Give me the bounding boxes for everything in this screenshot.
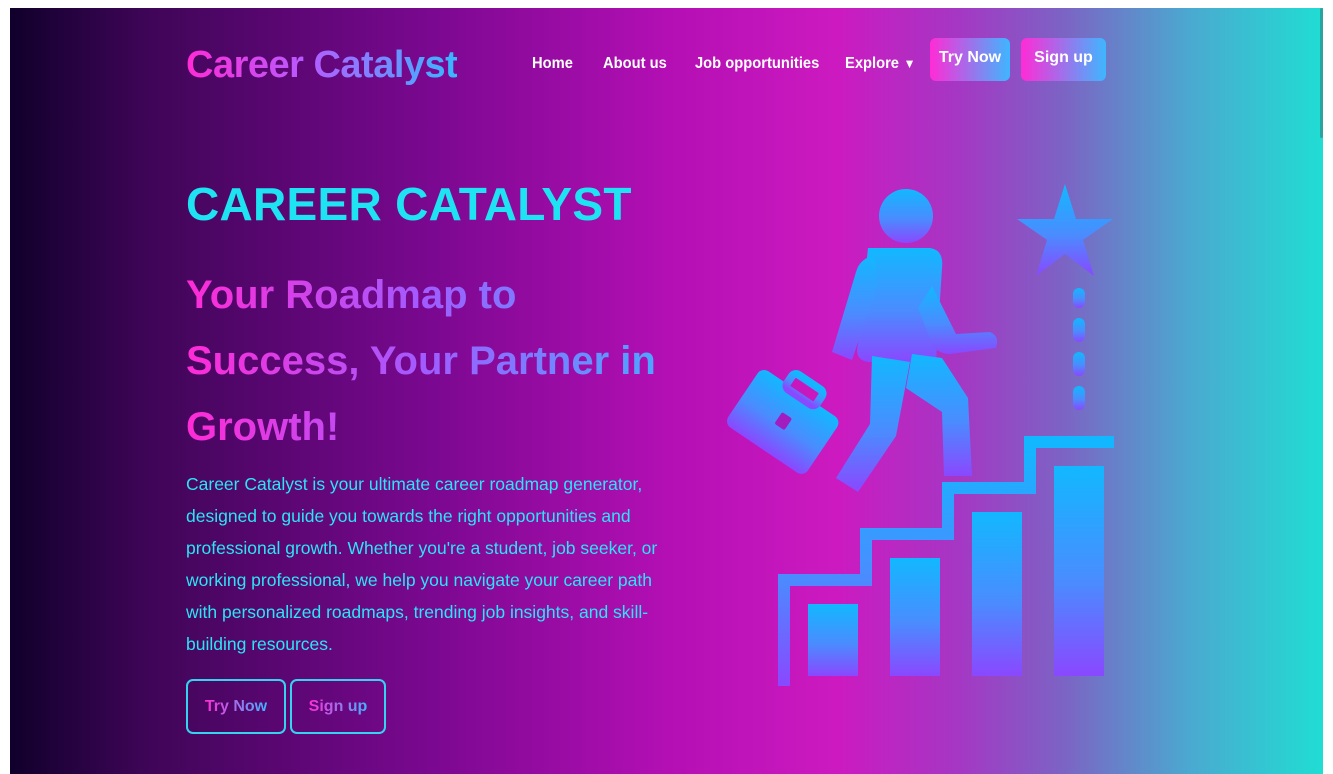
nav-item-jobs[interactable]: Job opportunities <box>695 52 830 76</box>
hero-try-now-label: Try Now <box>204 697 268 715</box>
career-growth-icon <box>727 184 1114 686</box>
hero-subtitle: Your Roadmap to Success, Your Partner in… <box>186 262 666 460</box>
nav-item-home[interactable]: Home <box>532 52 576 76</box>
caret-down-icon: ▼ <box>903 56 916 71</box>
nav-item-explore-dropdown[interactable]: Explore ▼ <box>845 52 922 76</box>
explore-label: Explore <box>845 55 899 72</box>
nav-link-explore[interactable]: Explore ▼ <box>845 52 915 76</box>
hero-sign-up-button[interactable]: Sign up <box>290 679 386 734</box>
hero-try-now-button[interactable]: Try Now <box>186 679 286 734</box>
landing-page: Career Catalyst Home About us Job opport… <box>10 8 1323 774</box>
nav-link-jobs[interactable]: Job opportunities <box>695 52 819 76</box>
nav-link-about[interactable]: About us <box>603 52 667 76</box>
nav-link-home[interactable]: Home <box>532 52 573 76</box>
hero-sign-up-label: Sign up <box>308 697 368 715</box>
nav-item-about[interactable]: About us <box>603 52 672 76</box>
nav-sign-up-button[interactable]: Sign up <box>1021 38 1106 81</box>
brand-logo[interactable]: Career Catalyst <box>186 42 458 88</box>
hero-title: CAREER CATALYST <box>186 178 632 230</box>
scrollbar[interactable] <box>1320 8 1323 138</box>
hero-description: Career Catalyst is your ultimate career … <box>186 474 658 654</box>
nav-try-now-button[interactable]: Try Now <box>930 38 1010 81</box>
